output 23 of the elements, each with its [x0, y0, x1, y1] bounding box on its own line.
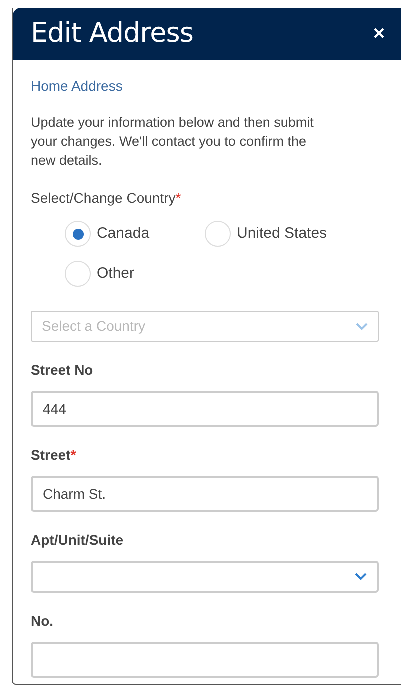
country-label: Select/Change Country: [31, 189, 176, 208]
field-label: Street: [31, 446, 71, 465]
intro-text: Update your information below and then submit your changes. We'll contact you to confirm the new details.: [31, 114, 315, 170]
chevron-down-icon: [356, 322, 368, 330]
radio-button[interactable]: [65, 221, 91, 247]
close-button[interactable]: ×: [373, 24, 385, 44]
field-label: No.: [31, 612, 54, 631]
radio-button[interactable]: [205, 221, 231, 247]
radio-button[interactable]: [65, 261, 91, 287]
required-mark: *: [70, 446, 76, 465]
field-label: Street No: [31, 361, 94, 380]
radio-option[interactable]: United States: [205, 221, 365, 247]
select-field[interactable]: [31, 561, 379, 593]
input-field[interactable]: Charm St.: [31, 476, 379, 512]
radio-option[interactable]: Other: [65, 261, 205, 287]
required-mark: *: [176, 189, 182, 208]
section-heading: Home Address: [31, 77, 124, 96]
input-field[interactable]: [31, 642, 379, 678]
chevron-down-icon: [355, 573, 367, 581]
dialog-title: Edit Address: [31, 16, 194, 51]
input-field[interactable]: 444: [31, 391, 379, 427]
field-label: Apt/Unit/Suite: [31, 531, 124, 550]
radio-option[interactable]: Canada: [65, 221, 205, 247]
